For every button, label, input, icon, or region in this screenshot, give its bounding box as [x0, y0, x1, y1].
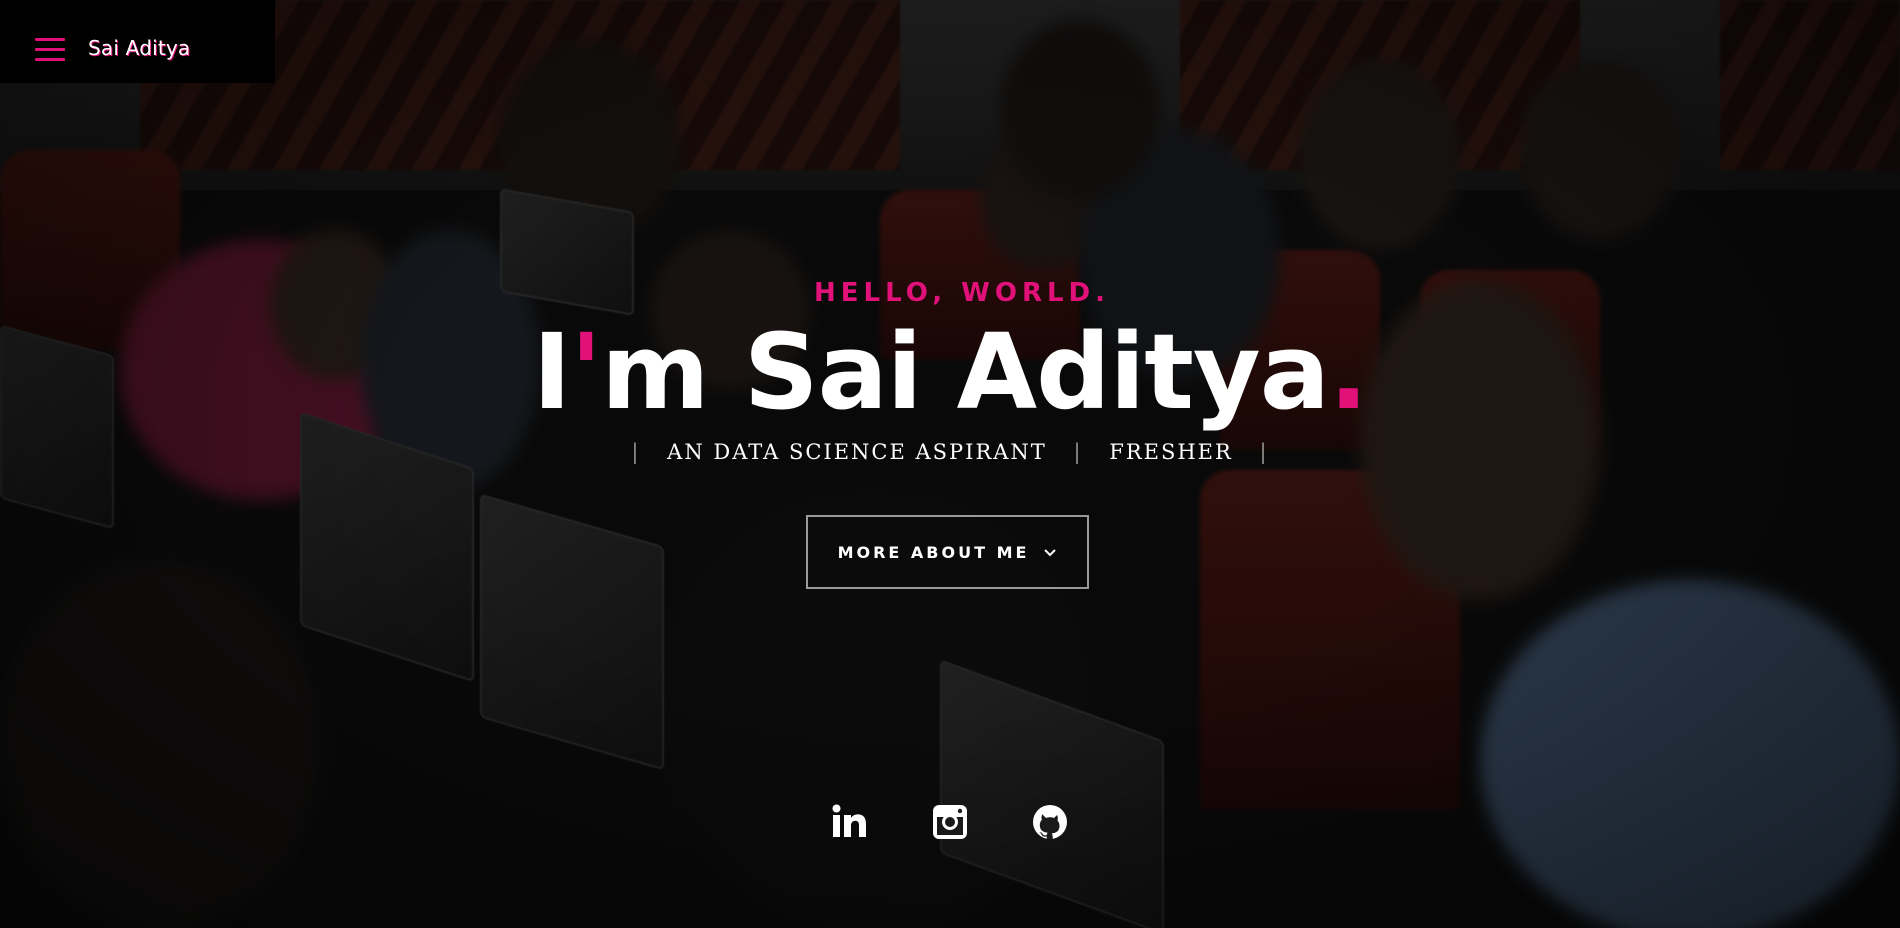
title-dot: . [1328, 311, 1369, 433]
social-links [830, 800, 1070, 844]
hamburger-menu-icon[interactable] [35, 38, 65, 62]
site-header: Sai Aditya [0, 0, 275, 83]
linkedin-icon[interactable] [830, 802, 870, 842]
role-separator: | [1073, 440, 1083, 464]
more-about-me-button[interactable]: MORE ABOUT ME [806, 515, 1089, 589]
role-item: AN DATA SCIENCE ASPIRANT [667, 440, 1047, 464]
title-apostrophe: ' [570, 311, 602, 433]
github-icon[interactable] [1030, 802, 1070, 842]
role-separator: | [1259, 440, 1269, 464]
role-item: FRESHER [1109, 440, 1233, 464]
instagram-icon[interactable] [930, 802, 970, 842]
role-separator: | [631, 440, 641, 464]
chevron-down-icon [1043, 545, 1057, 559]
hero-greeting: HELLO, WORLD. [813, 278, 1111, 308]
page: Sai Aditya HELLO, WORLD. I'm Sai Aditya.… [0, 0, 1900, 928]
title-prefix: I [532, 311, 572, 433]
hero-title: I'm Sai Aditya. [0, 315, 1900, 429]
hero-section: HELLO, WORLD. I'm Sai Aditya. | AN DATA … [0, 0, 1900, 928]
more-about-me-label: MORE ABOUT ME [837, 542, 1030, 562]
title-rest: m Sai Aditya [601, 311, 1330, 433]
hero-roles: | AN DATA SCIENCE ASPIRANT | FRESHER | [0, 440, 1900, 464]
brand-link[interactable]: Sai Aditya [88, 36, 190, 60]
